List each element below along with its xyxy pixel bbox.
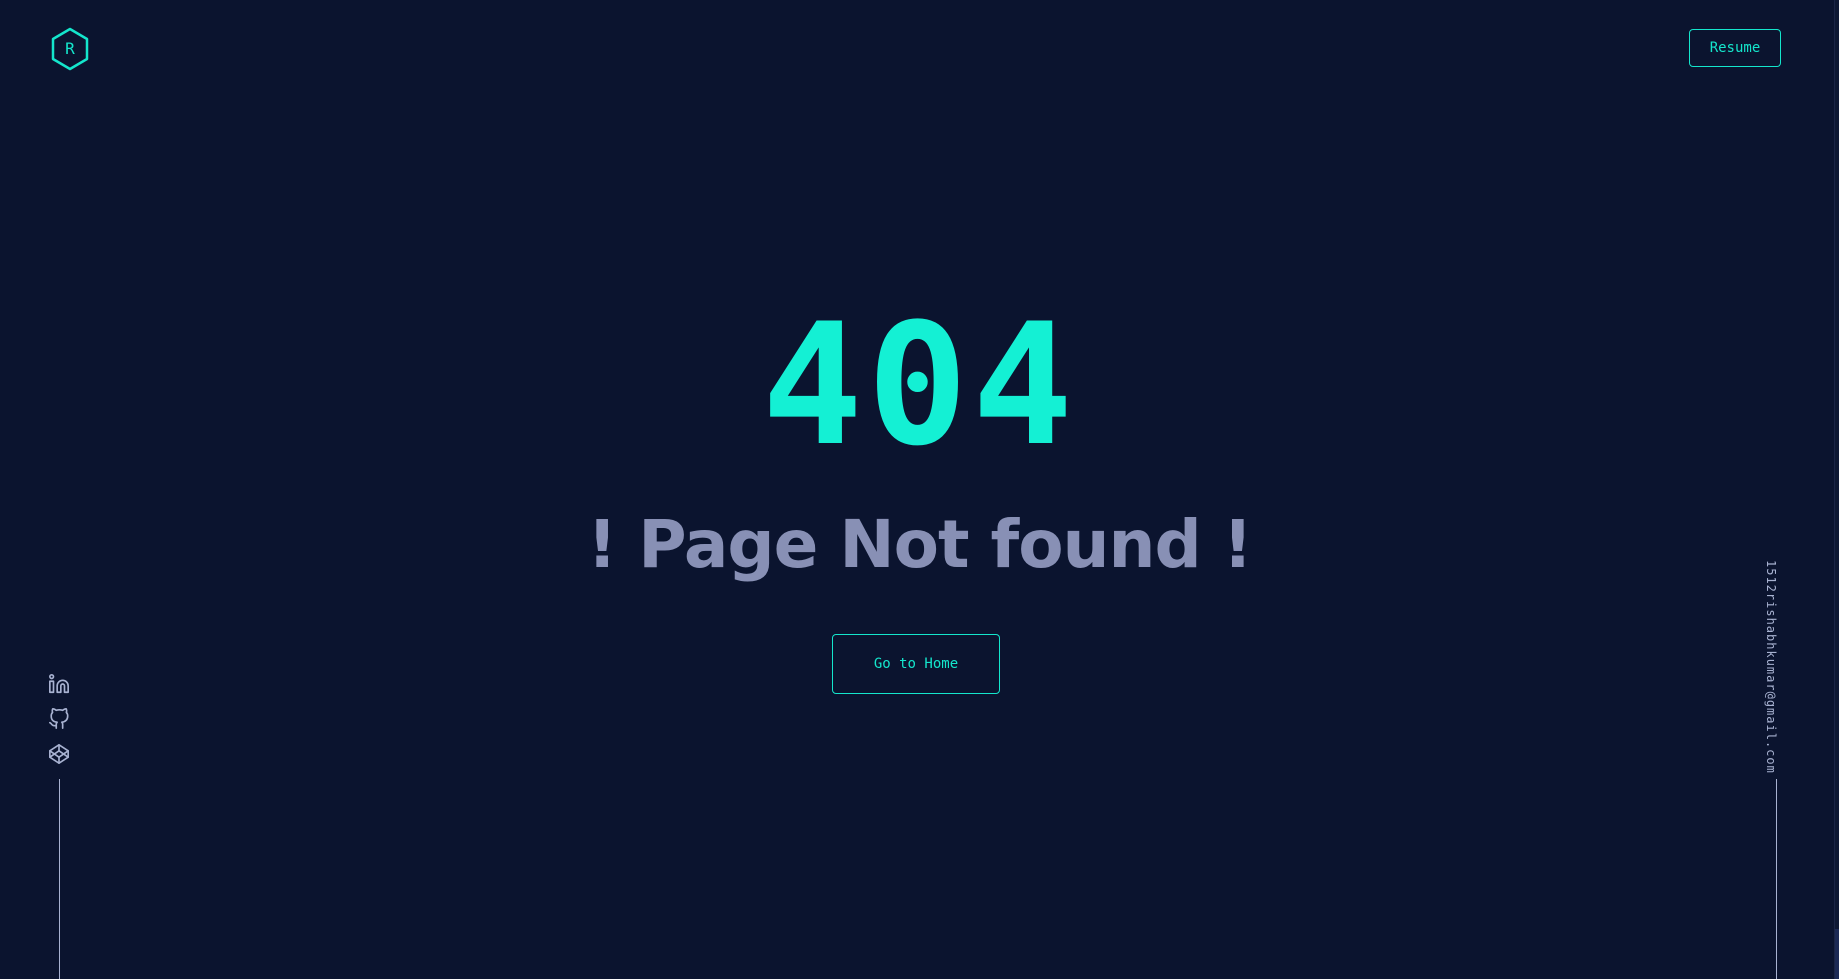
scrollbar-thumb[interactable] <box>1835 929 1839 979</box>
resume-button[interactable]: Resume <box>1689 29 1781 67</box>
codepen-icon <box>49 744 69 764</box>
linkedin-icon <box>49 674 69 694</box>
error-message: ! Page Not found ! <box>587 506 1253 583</box>
github-icon <box>49 708 69 729</box>
error-code: 404 <box>761 287 1078 483</box>
logo-link[interactable]: R <box>49 26 91 72</box>
left-divider-line <box>59 779 60 979</box>
scrollbar[interactable] <box>1834 0 1839 979</box>
logo-letter: R <box>65 39 75 58</box>
page: R Resume 404 ! Page Not found ! Go to Ho… <box>0 0 1839 979</box>
right-divider-line <box>1776 779 1777 979</box>
email-link[interactable]: 1512rishabhkumar@gmail.com <box>1764 560 1778 774</box>
github-link[interactable] <box>46 706 72 732</box>
go-home-button[interactable]: Go to Home <box>832 634 1000 694</box>
linkedin-link[interactable] <box>46 671 72 697</box>
codepen-link[interactable] <box>46 741 72 767</box>
social-links <box>46 671 72 776</box>
